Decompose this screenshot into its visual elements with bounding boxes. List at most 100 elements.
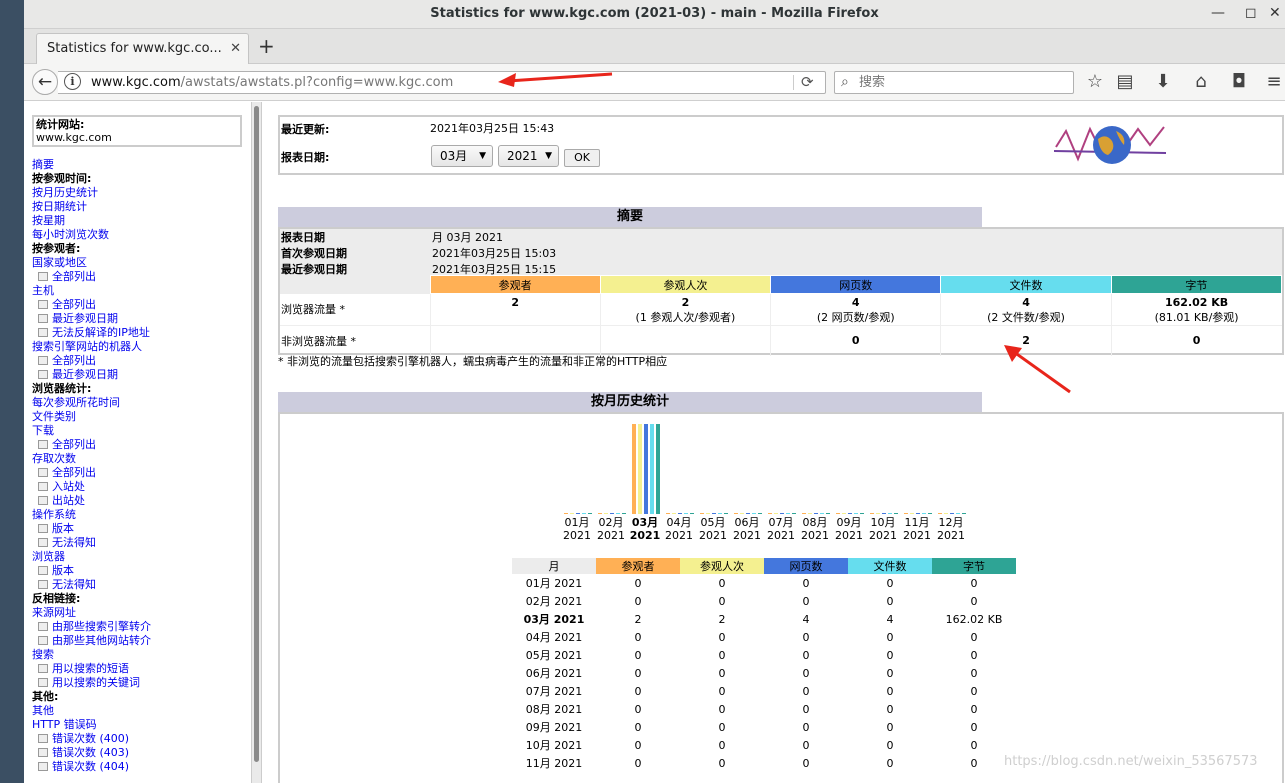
menu-subitem[interactable]: 错误次数 (400) xyxy=(38,732,129,746)
back-button[interactable]: ← xyxy=(32,69,58,95)
menu-scrollbar[interactable] xyxy=(252,102,262,783)
tab-close-icon[interactable]: ✕ xyxy=(230,34,241,63)
browser-tab[interactable]: Statistics for www.kgc.co... ✕ xyxy=(36,33,249,65)
download-icon[interactable]: ⬇ xyxy=(1152,68,1174,96)
minimize-icon[interactable]: — xyxy=(1211,0,1225,27)
menu-item[interactable]: 每小时浏览次数 xyxy=(32,228,109,242)
menu-item-label: 反相链接: xyxy=(32,592,81,605)
menu-item[interactable]: 每次参观所花时间 xyxy=(32,396,120,410)
menu-item-label: 文件类别 xyxy=(32,410,76,423)
value-cell: 0 xyxy=(718,630,726,644)
menu-item[interactable]: HTTP 错误码 xyxy=(32,718,97,732)
menu-item[interactable]: 浏览器 xyxy=(32,550,65,564)
menu-section-heading: 其他: xyxy=(32,690,58,704)
menu-item[interactable]: 摘要 xyxy=(32,158,54,172)
list-icon xyxy=(38,370,48,379)
menu-item[interactable]: 搜索 xyxy=(32,648,54,662)
menu-item[interactable]: 其他 xyxy=(32,704,54,718)
menu-item[interactable]: 下载 xyxy=(32,424,54,438)
menu-item[interactable]: 来源网址 xyxy=(32,606,76,620)
menu-subitem[interactable]: 版本 xyxy=(38,522,74,536)
chart-bar xyxy=(860,513,864,514)
home-icon[interactable]: ⌂ xyxy=(1190,68,1212,96)
table-row: 01月 2021 0 0 0 0 0 xyxy=(512,574,1016,592)
menu-subitem[interactable]: 无法反解译的IP地址 xyxy=(38,326,150,340)
menu-icon[interactable]: ≡ xyxy=(1264,68,1284,96)
chart-bar xyxy=(938,513,942,514)
close-window-icon[interactable]: ✕ xyxy=(1269,0,1281,27)
menu-subitem[interactable]: 由那些其他网站转介 xyxy=(38,634,151,648)
menu-subitem[interactable]: 全部列出 xyxy=(38,354,96,368)
page-info-icon[interactable]: i xyxy=(64,73,81,90)
menu-item[interactable]: 按星期 xyxy=(32,214,65,228)
menu-subitem[interactable]: 全部列出 xyxy=(38,466,96,480)
menu-item[interactable]: 搜索引擎网站的机器人 xyxy=(32,340,142,354)
menu-subitem[interactable]: 最近参观日期 xyxy=(38,368,118,382)
search-input[interactable]: ⌕ 搜索 xyxy=(834,71,1074,94)
col-bytes: 字节 xyxy=(932,558,1016,574)
menu-subitem[interactable]: 版本 xyxy=(38,564,74,578)
ok-button[interactable]: OK xyxy=(564,149,600,167)
browser-traffic-label: 浏览器流量 * xyxy=(280,293,430,326)
year-select[interactable]: 2021 ▼ xyxy=(498,145,559,167)
menu-subitem[interactable]: 全部列出 xyxy=(38,270,96,284)
menu-item-label: 摘要 xyxy=(32,158,54,171)
menu-subitem[interactable]: 由那些搜索引擎转介 xyxy=(38,620,151,634)
menu-subitem[interactable]: 入站处 xyxy=(38,480,85,494)
menu-item-label: 全部列出 xyxy=(52,354,96,367)
maximize-icon[interactable]: ◻ xyxy=(1245,0,1257,27)
menu-item[interactable]: 操作系统 xyxy=(32,508,76,522)
menu-subitem[interactable]: 最近参观日期 xyxy=(38,312,118,326)
new-tab-button[interactable]: + xyxy=(258,31,275,61)
menu-item[interactable]: 国家或地区 xyxy=(32,256,87,270)
value-cell: 0 xyxy=(886,576,894,590)
window-title: Statistics for www.kgc.com (2021-03) - m… xyxy=(430,6,879,21)
bookmark-star-icon[interactable]: ☆ xyxy=(1084,68,1106,96)
chart-bar xyxy=(752,513,756,514)
monthly-bar-chart: 01月 2021 02月 2021 03月 2021 04月 2021 05月 2021 06月 20… xyxy=(560,420,970,545)
menu-subitem[interactable]: 无法得知 xyxy=(38,536,96,550)
menu-subitem[interactable]: 全部列出 xyxy=(38,298,96,312)
menu-item[interactable]: 存取次数 xyxy=(32,452,76,466)
chart-bar xyxy=(718,513,722,514)
menu-item-label: 浏览器 xyxy=(32,550,65,563)
reload-icon[interactable]: ⟳ xyxy=(801,72,814,93)
pocket-icon[interactable]: ◘ xyxy=(1228,68,1250,96)
menu-subitem[interactable]: 全部列出 xyxy=(38,438,96,452)
list-icon xyxy=(38,468,48,477)
value-cell: 2 xyxy=(634,612,642,626)
menu-item[interactable]: 按日期统计 xyxy=(32,200,87,214)
chart-month-label: 12月 xyxy=(938,516,964,529)
last-update-label: 最近更新: xyxy=(281,123,330,136)
menu-subitem[interactable]: 出站处 xyxy=(38,494,85,508)
month-cell: 11月 2021 xyxy=(525,757,583,770)
list-icon xyxy=(38,272,48,281)
menu-item[interactable]: 文件类别 xyxy=(32,410,76,424)
menu-item-label: 用以搜索的关键词 xyxy=(52,676,140,689)
url-text[interactable]: www.kgc.com/awstats/awstats.pl?config=ww… xyxy=(91,72,453,93)
menu-item-label: 按参观者: xyxy=(32,242,81,255)
menu-subitem[interactable]: 用以搜索的关键词 xyxy=(38,676,140,690)
menu-item[interactable]: 按月历史统计 xyxy=(32,186,98,200)
scrollbar-thumb[interactable] xyxy=(254,106,259,762)
address-bar[interactable]: i www.kgc.com/awstats/awstats.pl?config=… xyxy=(58,71,826,94)
annotation-arrow-url xyxy=(498,72,613,87)
chart-month-label: 05月 xyxy=(700,516,726,529)
col-visitors: 参观者 xyxy=(429,275,601,294)
menu-subitem[interactable]: 错误次数 (403) xyxy=(38,746,129,760)
menu-subitem[interactable]: 用以搜索的短语 xyxy=(38,662,129,676)
chart-bar xyxy=(588,513,592,514)
menu-subitem[interactable]: 无法得知 xyxy=(38,578,96,592)
month-select[interactable]: 03月 ▼ xyxy=(431,145,493,167)
chart-bar xyxy=(570,513,574,514)
menu-item[interactable]: 主机 xyxy=(32,284,54,298)
chart-year-label: 2021 xyxy=(733,529,761,542)
value-cell: 0 xyxy=(718,738,726,752)
menu-section-heading: 浏览器统计: xyxy=(32,382,91,396)
value-cell: 0 xyxy=(718,702,726,716)
value-cell: 0 xyxy=(634,738,642,752)
chart-bar xyxy=(808,513,812,514)
reading-list-icon[interactable]: ▤ xyxy=(1114,68,1136,96)
chart-bar xyxy=(842,513,846,514)
menu-subitem[interactable]: 错误次数 (404) xyxy=(38,760,129,774)
